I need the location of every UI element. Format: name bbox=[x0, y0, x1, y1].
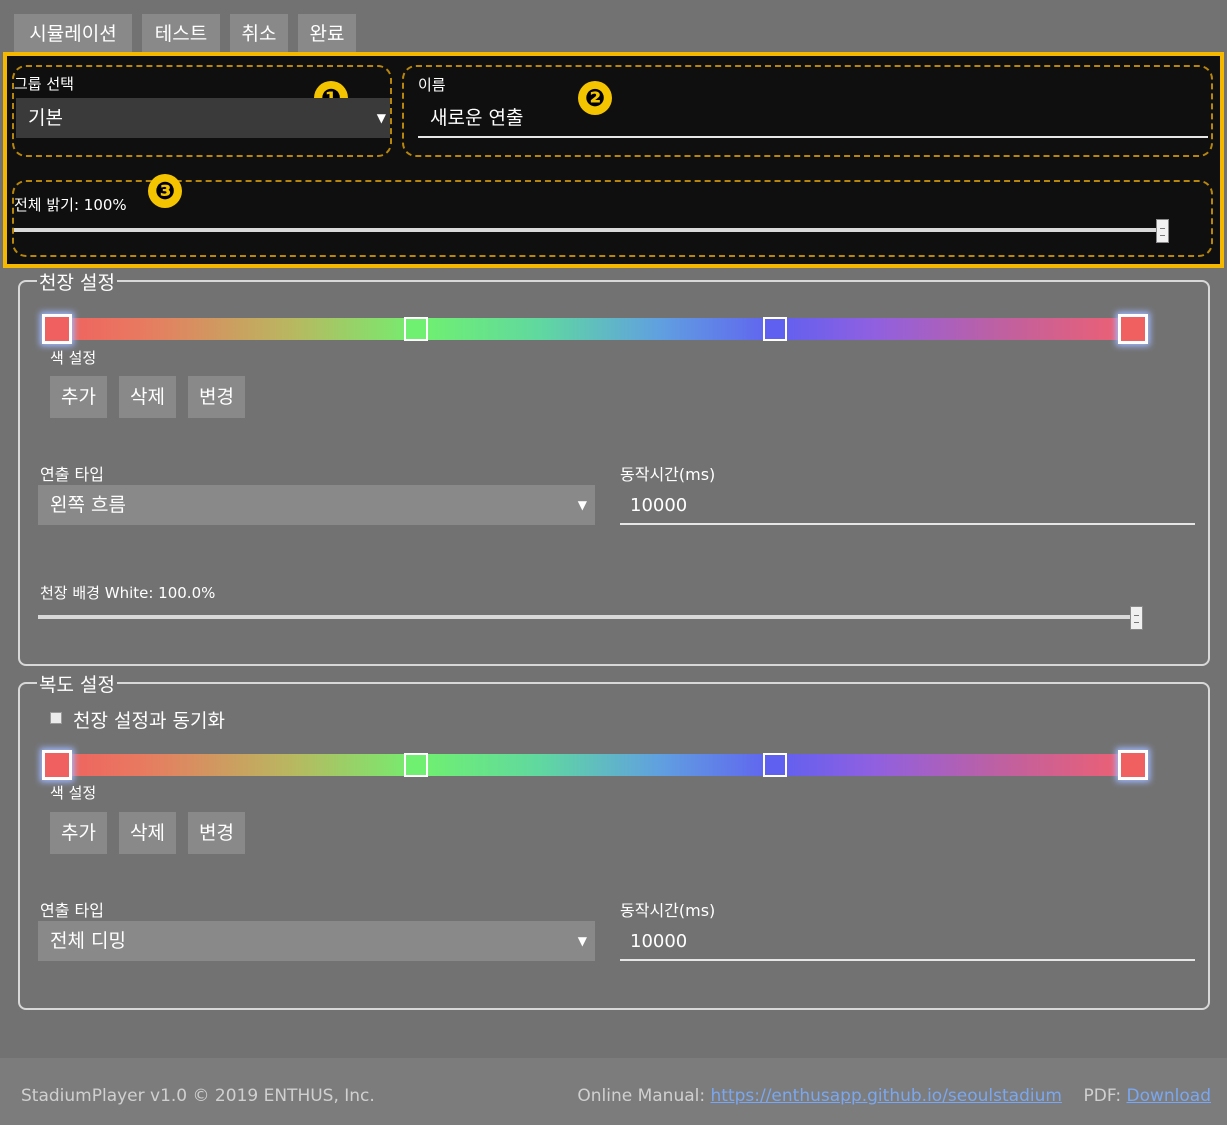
footer-copyright: StadiumPlayer v1.0 © 2019 ENTHUS, Inc. bbox=[21, 1086, 375, 1106]
group-select-label: 그룹 선택 bbox=[14, 75, 74, 93]
ceiling-delete-button[interactable]: 삭제 bbox=[119, 376, 176, 418]
footer-links: Online Manual: https://enthusapp.github.… bbox=[577, 1086, 1211, 1106]
ceiling-duration-input[interactable]: 10000 bbox=[620, 485, 1195, 525]
simulation-button[interactable]: 시뮬레이션 bbox=[14, 14, 132, 54]
ceiling-settings-title: 천장 설정 bbox=[37, 268, 117, 295]
brightness-label: 전체 밝기: 100% bbox=[14, 196, 127, 214]
corridor-type-label: 연출 타입 bbox=[40, 901, 104, 920]
brightness-slider-track[interactable] bbox=[14, 228, 1164, 232]
corridor-color-gradient[interactable] bbox=[56, 754, 1133, 776]
test-button[interactable]: 테스트 bbox=[142, 14, 220, 54]
corridor-color-stop[interactable] bbox=[763, 753, 787, 777]
sync-checkbox[interactable] bbox=[50, 712, 62, 724]
ceiling-bg-slider-thumb[interactable] bbox=[1130, 606, 1143, 630]
corridor-color-stop[interactable] bbox=[1118, 750, 1148, 780]
ceiling-change-button[interactable]: 변경 bbox=[188, 376, 245, 418]
done-button[interactable]: 완료 bbox=[298, 14, 356, 54]
ceiling-bg-slider-track[interactable] bbox=[38, 615, 1138, 619]
footer: StadiumPlayer v1.0 © 2019 ENTHUS, Inc. O… bbox=[0, 1058, 1227, 1125]
corridor-color-label: 색 설정 bbox=[50, 784, 97, 802]
corridor-color-stop[interactable] bbox=[404, 753, 428, 777]
chevron-down-icon: ▼ bbox=[577, 498, 587, 512]
manual-link[interactable]: https://enthusapp.github.io/seoulstadium bbox=[711, 1086, 1062, 1106]
ceiling-type-label: 연출 타입 bbox=[40, 465, 104, 484]
corridor-type-dropdown[interactable]: 전체 디밍 ▼ bbox=[38, 921, 595, 961]
ceiling-duration-label: 동작시간(ms) bbox=[620, 465, 716, 484]
ceiling-color-gradient[interactable] bbox=[56, 318, 1133, 340]
ceiling-color-stop[interactable] bbox=[1118, 314, 1148, 344]
cancel-button[interactable]: 취소 bbox=[230, 14, 288, 54]
ceiling-color-label: 색 설정 bbox=[50, 349, 97, 367]
ceiling-color-stop[interactable] bbox=[763, 317, 787, 341]
badge-3: ❸ bbox=[148, 174, 182, 208]
corridor-settings-title: 복도 설정 bbox=[37, 670, 117, 697]
corridor-delete-button[interactable]: 삭제 bbox=[119, 812, 176, 854]
ceiling-bg-label: 천장 배경 White: 100.0% bbox=[40, 584, 216, 602]
corridor-type-value: 전체 디밍 bbox=[50, 930, 126, 952]
ceiling-color-stop[interactable] bbox=[404, 317, 428, 341]
chevron-down-icon: ▼ bbox=[376, 111, 386, 125]
chevron-down-icon: ▼ bbox=[577, 934, 587, 948]
sync-checkbox-label: 천장 설정과 동기화 bbox=[73, 710, 225, 732]
pdf-label: PDF: bbox=[1083, 1086, 1122, 1106]
ceiling-color-stop[interactable] bbox=[42, 314, 72, 344]
group-select-dropdown[interactable]: 기본 ▼ bbox=[16, 98, 390, 138]
pdf-download-link[interactable]: Download bbox=[1126, 1086, 1211, 1106]
group-select-value: 기본 bbox=[28, 107, 63, 129]
corridor-duration-label: 동작시간(ms) bbox=[620, 901, 716, 920]
corridor-add-button[interactable]: 추가 bbox=[50, 812, 107, 854]
brightness-section bbox=[12, 180, 1213, 257]
corridor-color-stop[interactable] bbox=[42, 750, 72, 780]
ceiling-add-button[interactable]: 추가 bbox=[50, 376, 107, 418]
manual-label: Online Manual: bbox=[577, 1086, 706, 1106]
ceiling-type-value: 왼쪽 흐름 bbox=[50, 494, 126, 516]
ceiling-type-dropdown[interactable]: 왼쪽 흐름 ▼ bbox=[38, 485, 595, 525]
brightness-slider-thumb[interactable] bbox=[1156, 219, 1169, 243]
corridor-duration-input[interactable]: 10000 bbox=[620, 921, 1195, 961]
corridor-change-button[interactable]: 변경 bbox=[188, 812, 245, 854]
name-input[interactable]: 새로운 연출 bbox=[418, 98, 1208, 138]
name-label: 이름 bbox=[418, 76, 446, 94]
